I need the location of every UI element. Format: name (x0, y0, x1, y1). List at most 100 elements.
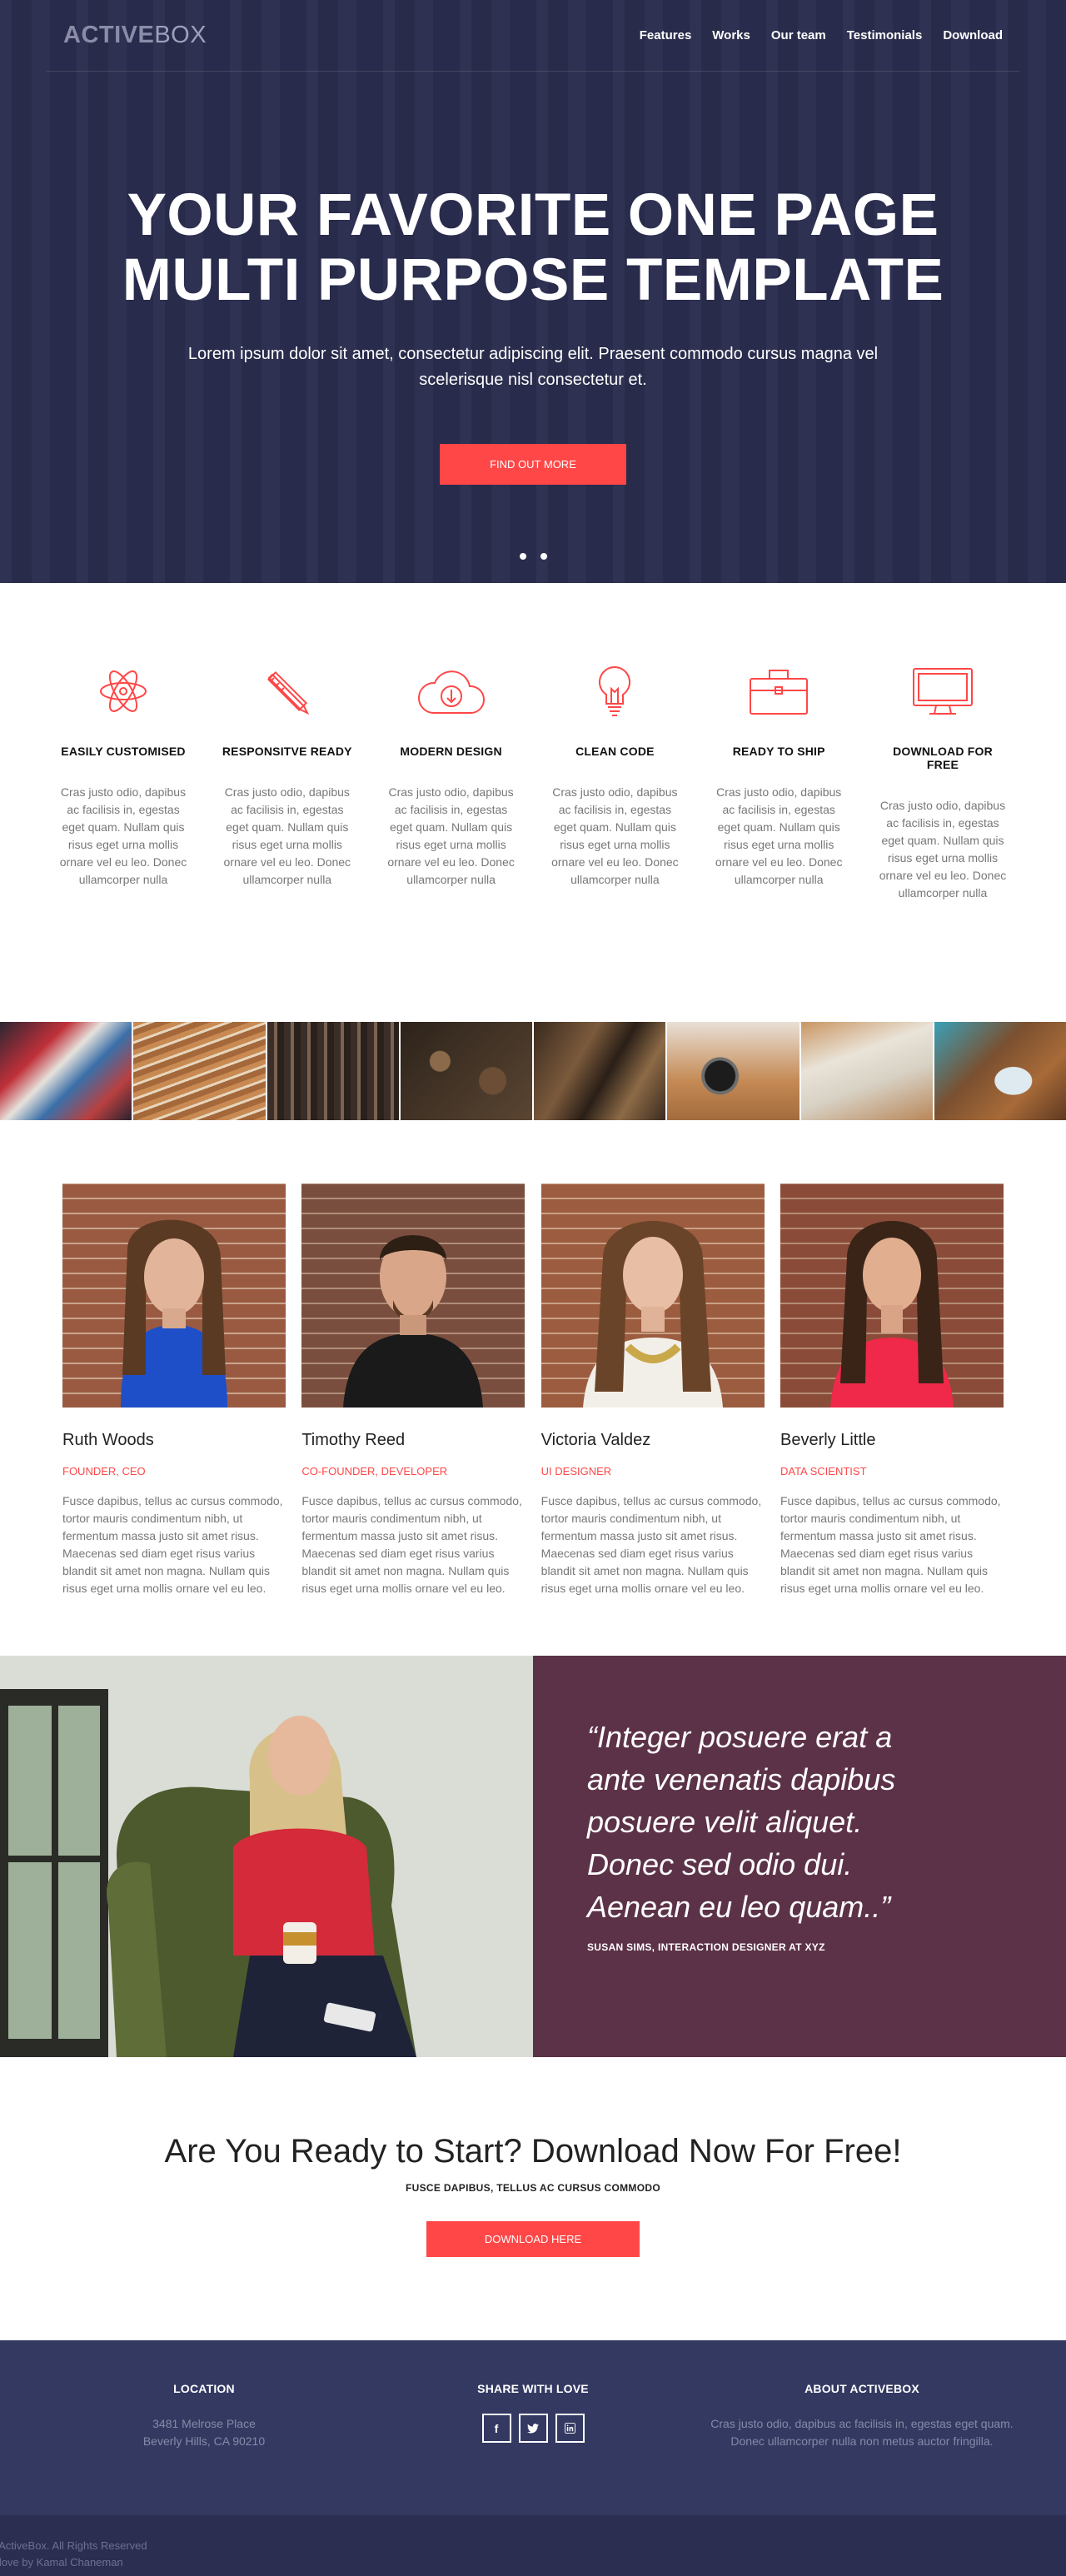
feature-title: DOWNLOAD FOR FREE (893, 745, 993, 771)
nav-link-works[interactable]: Works (712, 28, 750, 42)
hero-subtitle: Lorem ipsum dolor sit amet, consectetur … (187, 345, 879, 389)
team-member: Ruth Woods FOUNDER, CEO Fusce dapibus, t… (62, 1183, 286, 1656)
team-member-photo (540, 1183, 765, 1408)
footer-about-title: ABOUT ACTIVEBOX (804, 2382, 919, 2395)
gallery-image[interactable] (800, 1022, 934, 1120)
testimonial-section: “Integer posuere erat a ante venenatis d… (0, 1656, 1066, 2057)
address-line-2: Beverly Hills, CA 90210 (142, 2434, 266, 2448)
testimonial-quote: “Integer posuere erat a ante venenatis d… (587, 1720, 896, 1924)
hero-title: YOUR FAVORITE ONE PAGE MULTI PURPOSE TEMP… (0, 183, 1066, 313)
feature-item: DOWNLOAD FOR FREE Cras justo odio, dapib… (876, 662, 1009, 1022)
cta-title: Are You Ready to Start? Download Now For… (164, 2133, 902, 2170)
team-member-photo (301, 1183, 526, 1408)
logo[interactable]: ACTIVEBOX (63, 22, 207, 49)
find-out-more-button[interactable]: FIND OUT MORE (440, 444, 626, 485)
slider-dots (0, 553, 1066, 560)
footer-share: SHARE WITH LOVE f (379, 2382, 687, 2515)
gallery-image[interactable] (400, 1022, 534, 1120)
team-member-role: CO-FOUNDER, DEVELOPER (301, 1465, 448, 1477)
feature-title: RESPONSITVE READY (222, 745, 352, 758)
footer: LOCATION 3481 Melrose Place Beverly Hills… (0, 2340, 1066, 2515)
hero-title-line-2: MULTI PURPOSE TEMPLATE (122, 247, 944, 313)
team-member: Beverly Little DATA SCIENTIST Fusce dapi… (780, 1183, 1004, 1656)
monitor-icon (876, 662, 1009, 720)
briefcase-icon (712, 662, 845, 720)
feature-item: READY TO SHIP Cras justo odio, dapibus a… (712, 662, 845, 1022)
team-member-bio: Fusce dapibus, tellus ac cursus commodo,… (62, 1494, 283, 1595)
hero-section: ACTIVEBOX Features Works Our team Testim… (0, 0, 1066, 583)
slider-dot-2[interactable] (540, 553, 547, 560)
team-member: Timothy Reed CO-FOUNDER, DEVELOPER Fusce… (301, 1183, 526, 1656)
slider-dot-1[interactable] (519, 553, 526, 560)
feature-text: Cras justo odio, dapibus ac facilisis in… (551, 785, 679, 886)
feature-item: RESPONSITVE READY Cras justo odio, dapib… (221, 662, 354, 1022)
feature-text: Cras justo odio, dapibus ac facilisis in… (223, 785, 351, 886)
team-member-role: UI DESIGNER (540, 1465, 612, 1477)
team-member-bio: Fusce dapibus, tellus ac cursus commodo,… (540, 1494, 762, 1595)
hero-title-line-1: YOUR FAVORITE ONE PAGE (127, 182, 939, 248)
navbar: ACTIVEBOX Features Works Our team Testim… (47, 0, 1019, 72)
works-gallery (0, 1022, 1066, 1120)
gallery-image[interactable] (266, 1022, 401, 1120)
linkedin-icon[interactable] (555, 2414, 585, 2443)
gallery-image[interactable] (0, 1022, 134, 1120)
feature-text: Cras justo odio, dapibus ac facilisis in… (715, 785, 843, 886)
facebook-icon[interactable]: f (481, 2414, 511, 2443)
atom-icon (57, 662, 190, 720)
copyright-text: 5 ActiveBox. All Rights Reserved n love b… (0, 2538, 1066, 2571)
team-section: Ruth Woods FOUNDER, CEO Fusce dapibus, t… (0, 1120, 1066, 1656)
feature-title: READY TO SHIP (732, 745, 825, 758)
team-member-photo (62, 1183, 286, 1408)
cloud-download-icon (385, 662, 518, 720)
footer-location-title: LOCATION (173, 2382, 235, 2395)
address-line-1: 3481 Melrose Place (152, 2417, 256, 2430)
nav-link-download[interactable]: Download (943, 28, 1003, 42)
nav-menu: Features Works Our team Testimonials Dow… (640, 28, 1003, 42)
credit-line: n love by Kamal Chaneman (0, 2556, 123, 2569)
team-member-name: Victoria Valdez (540, 1431, 651, 1449)
footer-about-text: Cras justo odio, dapibus ac facilisis in… (710, 2417, 1014, 2448)
social-links: f (379, 2414, 687, 2443)
copyright-line: 5 ActiveBox. All Rights Reserved (0, 2539, 147, 2552)
gallery-image[interactable] (667, 1022, 801, 1120)
team-member-name: Ruth Woods (62, 1431, 154, 1449)
lightbulb-icon (548, 662, 681, 720)
testimonial-photo (0, 1656, 533, 2057)
feature-title: CLEAN CODE (575, 745, 655, 758)
feature-text: Cras justo odio, dapibus ac facilisis in… (879, 799, 1007, 899)
gallery-image[interactable] (934, 1022, 1066, 1120)
footer-location: LOCATION 3481 Melrose Place Beverly Hills… (50, 2382, 358, 2515)
nav-link-testimonials[interactable]: Testimonials (847, 28, 923, 42)
feature-item: CLEAN CODE Cras justo odio, dapibus ac f… (548, 662, 681, 1022)
download-here-button[interactable]: DOWNLOAD HERE (426, 2221, 640, 2257)
feature-title: MODERN DESIGN (400, 745, 502, 758)
footer-share-title: SHARE WITH LOVE (477, 2382, 589, 2395)
team-member-name: Timothy Reed (301, 1431, 406, 1449)
gallery-image[interactable] (133, 1022, 267, 1120)
nav-link-features[interactable]: Features (640, 28, 692, 42)
team-member-photo (780, 1183, 1004, 1408)
logo-part-active: ACTIVE (63, 22, 155, 48)
team-member-role: DATA SCIENTIST (780, 1465, 867, 1477)
gallery-image[interactable] (534, 1022, 668, 1120)
cta-subtitle: FUSCE DAPIBUS, TELLUS AC CURSUS COMMODO (406, 2182, 660, 2194)
testimonial-author: SUSAN SIMS, INTERACTION DESIGNER AT XYZ (587, 1941, 825, 1953)
team-member: Victoria Valdez UI DESIGNER Fusce dapibu… (540, 1183, 765, 1656)
features-section: EASILY CUSTOMISED Cras justo odio, dapib… (0, 583, 1066, 1022)
feature-item: MODERN DESIGN Cras justo odio, dapibus a… (385, 662, 518, 1022)
team-member-bio: Fusce dapibus, tellus ac cursus commodo,… (301, 1494, 522, 1595)
feature-title: EASILY CUSTOMISED (61, 745, 186, 758)
feature-text: Cras justo odio, dapibus ac facilisis in… (387, 785, 515, 886)
team-member-name: Beverly Little (780, 1431, 876, 1449)
feature-item: EASILY CUSTOMISED Cras justo odio, dapib… (57, 662, 190, 1022)
team-member-role: FOUNDER, CEO (62, 1465, 146, 1477)
download-cta-section: Are You Ready to Start? Download Now For… (0, 2057, 1066, 2340)
twitter-icon[interactable] (518, 2414, 548, 2443)
testimonial-quote-panel: “Integer posuere erat a ante venenatis d… (533, 1656, 1066, 2057)
footer-about: ABOUT ACTIVEBOX Cras justo odio, dapibus… (708, 2382, 1016, 2515)
hero-content: YOUR FAVORITE ONE PAGE MULTI PURPOSE TEMP… (0, 183, 1066, 485)
feature-text: Cras justo odio, dapibus ac facilisis in… (59, 785, 187, 886)
footer-address: 3481 Melrose Place Beverly Hills, CA 9021… (50, 2415, 358, 2450)
copyright-bar: 5 ActiveBox. All Rights Reserved n love b… (0, 2515, 1066, 2576)
nav-link-our-team[interactable]: Our team (771, 28, 826, 42)
